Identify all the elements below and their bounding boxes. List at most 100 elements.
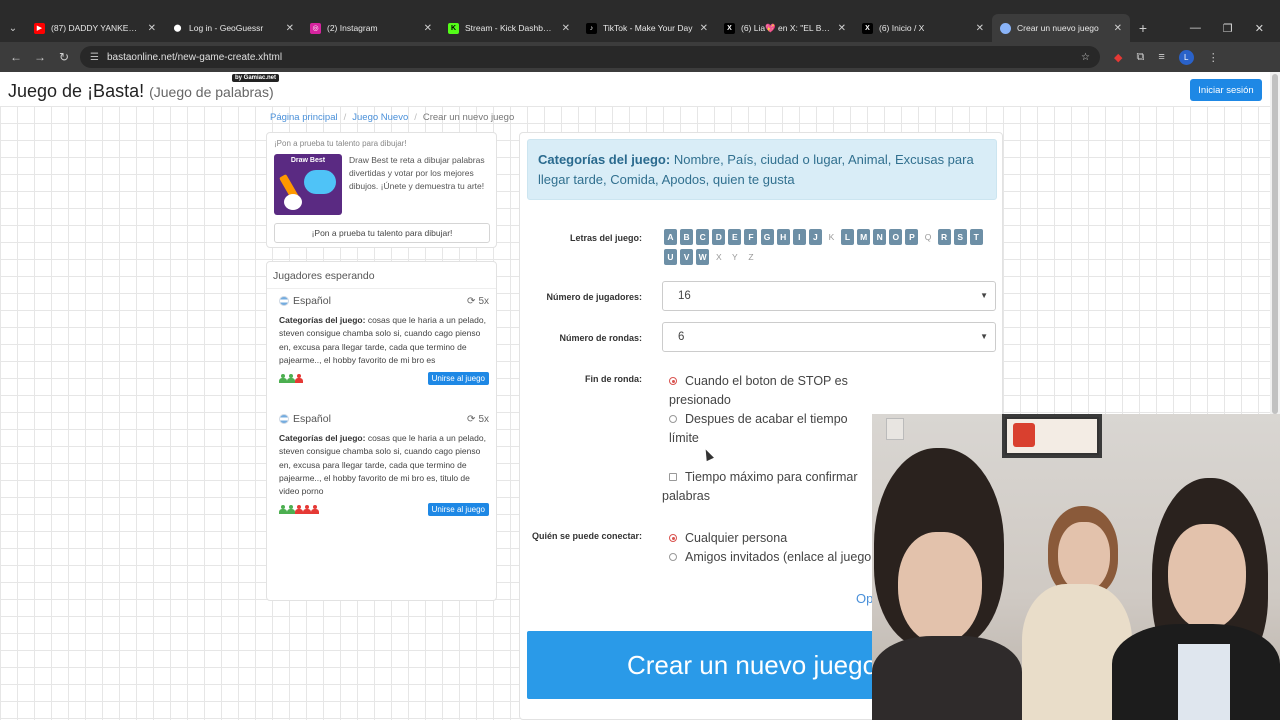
browser-tab[interactable]: K Stream - Kick Dashboard ✕ [440, 14, 578, 42]
letter-toggle[interactable]: N [873, 229, 887, 245]
breadcrumb-home[interactable]: Página principal [270, 112, 338, 123]
close-icon[interactable]: ✕ [976, 23, 984, 34]
profile-avatar[interactable]: L [1178, 49, 1194, 65]
letter-toggle[interactable]: D [712, 229, 726, 245]
radio-unchecked[interactable] [669, 553, 677, 561]
letter-toggle[interactable]: B [680, 229, 694, 245]
options-link[interactable]: Op [856, 591, 873, 606]
breadcrumb-new-game[interactable]: Juego Nuevo [352, 112, 408, 123]
confirm-time-label-2: palabras [662, 489, 710, 503]
breadcrumb-current: Crear un nuevo juego [422, 112, 515, 123]
join-game-button[interactable]: Unirse al juego [427, 502, 489, 516]
close-icon[interactable]: ✕ [562, 23, 570, 34]
puzzle-icon[interactable]: ⧉ [1136, 51, 1144, 64]
letter-toggle[interactable]: Q [922, 229, 935, 245]
extension-icon[interactable]: ◆ [1114, 51, 1122, 64]
letter-toggle[interactable]: G [760, 229, 774, 245]
globe-icon [1000, 22, 1011, 34]
letter-toggle[interactable]: W [696, 249, 710, 265]
tab-title: (6) Lia💖 en X: "EL BIZA P [741, 22, 832, 33]
title-bar [0, 0, 1280, 14]
letter-toggle[interactable]: J [808, 229, 822, 245]
who-option-anyone[interactable]: Cualquier persona [669, 529, 787, 548]
back-icon[interactable]: ← [4, 50, 28, 64]
breadcrumb-separator: / [343, 112, 347, 123]
site-title-main: Juego de ¡Basta! [8, 81, 145, 101]
end-option-time[interactable]: Despues de acabar el tiempo [669, 410, 848, 429]
letter-toggle[interactable]: A [664, 229, 677, 245]
close-icon[interactable]: ✕ [838, 23, 846, 34]
letter-toggle[interactable]: M [857, 229, 871, 245]
letter-toggle[interactable]: Z [744, 249, 757, 265]
game-footer: Unirse al juego [279, 371, 489, 385]
promo-heading: ¡Pon a prueba tu talento para dibujar! [274, 139, 407, 148]
restore-icon[interactable]: ❐ [1223, 22, 1233, 35]
login-button[interactable]: Iniciar sesión [1190, 79, 1262, 101]
letter-toggle[interactable]: P [905, 229, 919, 245]
join-game-button[interactable]: Unirse al juego [427, 371, 489, 385]
letter-toggle[interactable]: K [825, 229, 838, 245]
browser-tab[interactable]: X (6) Inicio / X ✕ [854, 14, 992, 42]
tab-title: Crear un nuevo juego [1017, 23, 1099, 33]
letter-toggle[interactable]: L [841, 229, 855, 245]
site-info-icon[interactable]: ☰ [90, 52, 99, 63]
letter-toggle[interactable]: C [696, 229, 710, 245]
rounds-value: 6 [678, 331, 685, 343]
close-window-icon[interactable]: ✕ [1255, 22, 1264, 35]
players-select[interactable]: 16 ▼ [662, 281, 996, 311]
forward-icon[interactable]: → [28, 50, 52, 64]
letter-toggle[interactable]: S [953, 229, 967, 245]
letter-toggle[interactable]: H [776, 229, 790, 245]
menu-icon[interactable]: ⋮ [1208, 51, 1219, 64]
close-icon[interactable]: ✕ [148, 23, 156, 34]
poster-logo [1013, 423, 1035, 447]
reload-icon[interactable]: ↻ [52, 50, 76, 64]
tab-title: Log in - GeoGuessr [189, 23, 264, 33]
letter-toggle[interactable]: R [937, 229, 951, 245]
close-icon[interactable]: ✕ [286, 23, 294, 34]
close-icon[interactable]: ✕ [1114, 23, 1122, 34]
who-option-friends[interactable]: Amigos invitados (enlace al juego [669, 548, 871, 567]
letter-toggle[interactable]: E [728, 229, 742, 245]
tab-search-icon[interactable]: ⌄ [0, 14, 26, 42]
gamiac-badge[interactable]: by Gamiac.net [232, 74, 280, 82]
site-title[interactable]: Juego de ¡Basta! (Juego de palabras) [8, 81, 274, 102]
letter-toggle[interactable]: X [712, 249, 725, 265]
radio-unchecked[interactable] [669, 415, 677, 423]
webcam-overlay [872, 414, 1280, 720]
browser-tab[interactable]: ♪ TikTok - Make Your Day ✕ [578, 14, 716, 42]
confirm-time-label: Tiempo máximo para confirmar [685, 470, 858, 484]
letter-toggle[interactable]: U [664, 249, 677, 265]
new-tab-button[interactable]: + [1130, 14, 1156, 42]
letter-toggle[interactable]: Y [728, 249, 741, 265]
draw-best-image[interactable]: Draw Best [274, 154, 342, 215]
minimize-icon[interactable]: — [1190, 22, 1201, 34]
scrollbar-thumb[interactable] [1272, 74, 1278, 414]
promo-button[interactable]: ¡Pon a prueba tu talento para dibujar! [274, 223, 490, 243]
checkbox-unchecked[interactable] [669, 473, 677, 481]
players-label: Número de jugadores: [546, 292, 642, 302]
rounds-select[interactable]: 6 ▼ [662, 322, 996, 352]
browser-tab-active[interactable]: Crear un nuevo juego ✕ [992, 14, 1130, 42]
end-option-stop[interactable]: Cuando el boton de STOP es [669, 372, 848, 391]
radio-checked[interactable] [669, 377, 677, 385]
light-switch [886, 418, 904, 440]
divider [267, 288, 496, 289]
close-icon[interactable]: ✕ [700, 23, 708, 34]
close-icon[interactable]: ✕ [424, 23, 432, 34]
letter-toggle[interactable]: V [680, 249, 694, 265]
letter-toggle[interactable]: O [889, 229, 903, 245]
letter-toggle[interactable]: I [792, 229, 806, 245]
radio-checked[interactable] [669, 534, 677, 542]
bookmark-star-icon[interactable]: ☆ [1081, 52, 1090, 63]
browser-tab[interactable]: X (6) Lia💖 en X: "EL BIZA P ✕ [716, 14, 854, 42]
browser-tab[interactable]: ▶ (87) DADDY YANKEE || BZ ✕ [26, 14, 164, 42]
confirm-time-option[interactable]: Tiempo máximo para confirmar [669, 468, 858, 487]
letter-toggle[interactable]: F [744, 229, 758, 245]
browser-tab[interactable]: ⬤ Log in - GeoGuessr ✕ [164, 14, 302, 42]
browser-tab[interactable]: ◎ (2) Instagram ✕ [302, 14, 440, 42]
letter-toggle[interactable]: T [969, 229, 983, 245]
reading-list-icon[interactable]: ≡ [1158, 51, 1164, 63]
game-language-text: Español [293, 413, 331, 425]
url-field[interactable]: ☰ bastaonline.net/new-game-create.xhtml … [80, 46, 1100, 68]
